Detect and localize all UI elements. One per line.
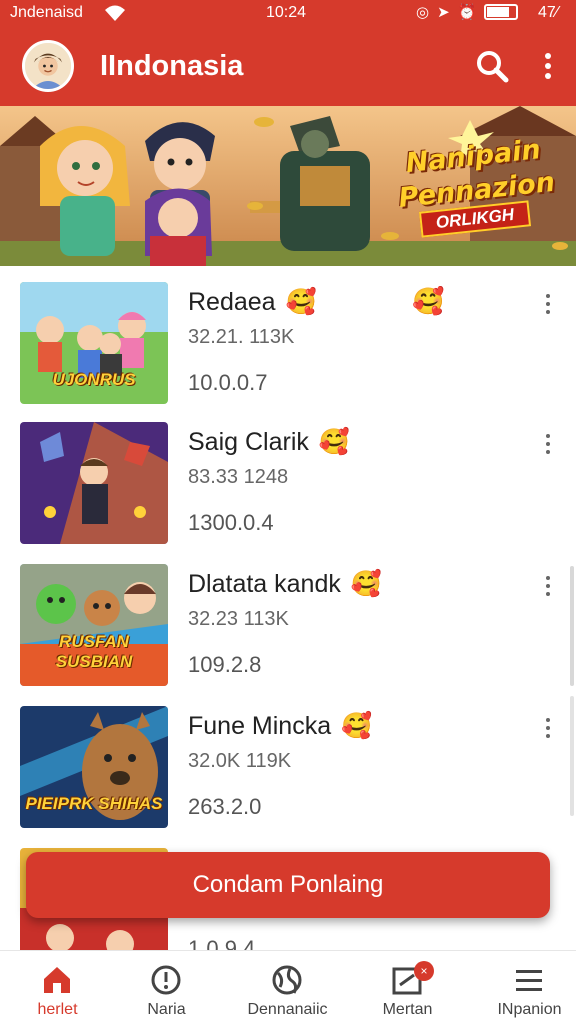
battery-icon (484, 4, 519, 20)
primary-action-button[interactable]: Condam Ponlaing (26, 852, 550, 918)
more-vert-icon (545, 53, 551, 79)
nav-item-messages[interactable]: × Mertan (350, 951, 465, 1024)
home-icon (44, 967, 70, 993)
thumbnail-caption: UJONRUS (52, 370, 136, 389)
item-version: 1300.0.4 (188, 510, 274, 535)
game-thumbnail[interactable]: UJONRUS (20, 282, 168, 404)
list-item[interactable]: PIEIPRK SHIHAS Fune Mincka 🥰 32.0K 119K 2… (0, 690, 576, 830)
item-stats: 32.21. 113K (188, 326, 295, 348)
nav-item-more[interactable]: INpanion (472, 951, 576, 1024)
emoji-icon: 🥰 (412, 286, 445, 316)
avatar[interactable] (22, 40, 74, 92)
game-list: UJONRUS Redaea 🥰 🥰 32.21. 113K 10.0.0.7 S… (0, 266, 576, 950)
nav-item-info[interactable]: Naria (109, 951, 224, 1024)
nav-label: Mertan (382, 1001, 433, 1018)
item-version: 109.2.8 (188, 652, 262, 677)
clock: 10:24 (266, 4, 307, 21)
status-icons: ◎ ➤ ⏰ (416, 3, 519, 21)
item-version: 10.0.0.7 (188, 370, 268, 395)
item-name: Dlatata kandk 🥰 (188, 570, 383, 598)
item-more-button[interactable] (538, 434, 558, 458)
list-item[interactable]: RUSFAN SUSBIAN Dlatata kandk 🥰 32.23 113K… (0, 548, 576, 688)
nav-item-home[interactable]: herlet (0, 951, 115, 1024)
scrollbar-track (570, 696, 574, 816)
notification-badge: × (414, 961, 434, 981)
emoji-icon: 🥰 (350, 570, 383, 598)
item-more-button[interactable] (538, 294, 558, 318)
list-item[interactable]: UJONRUS Redaea 🥰 🥰 32.21. 113K 10.0.0.7 (0, 266, 576, 406)
promo-banner[interactable]: Nanipain Pennazion ORLIKGH (0, 106, 576, 266)
status-bar: Jndenaisd 10:24 ◎ ➤ ⏰ 47⁄ (0, 0, 576, 28)
alarm-icon: ⏰ (457, 4, 477, 21)
list-item[interactable]: Saig Clarik 🥰 83.33 1248 1300.0.4 (0, 406, 576, 546)
overflow-menu-button[interactable] (536, 50, 560, 82)
scrollbar[interactable] (570, 566, 574, 686)
item-more-button[interactable] (538, 718, 558, 742)
item-more-button[interactable] (538, 576, 558, 600)
emoji-icon: 🥰 (285, 288, 317, 316)
item-version: 263.2.0 (188, 794, 262, 819)
thumbnail-caption: RUSFAN SUSBIAN (55, 632, 133, 671)
nav-label: INpanion (497, 1001, 562, 1018)
carrier-label: Jndenaisd (10, 4, 83, 21)
wifi-icon (104, 4, 126, 27)
item-stats: 32.0K 119K (188, 750, 292, 772)
search-icon (477, 51, 509, 83)
search-button[interactable] (474, 48, 510, 84)
emoji-icon: 🥰 (341, 712, 373, 740)
nav-label: herlet (37, 1001, 78, 1018)
menu-icon (516, 970, 542, 991)
game-thumbnail[interactable] (20, 422, 168, 544)
bottom-navigation: herlet Naria Dennanaiic × Mertan INpanio… (0, 950, 576, 1024)
battery-percent: 47⁄ (538, 4, 559, 21)
item-version: 1.0.9 4 (188, 936, 256, 950)
item-name: Fune Mincka 🥰 (188, 712, 373, 740)
emoji-icon: 🥰 (318, 428, 351, 456)
nav-label: Dennanaiic (247, 1001, 328, 1018)
item-stats: 32.23 113K (188, 608, 289, 630)
item-stats: 83.33 1248 (188, 466, 289, 488)
app-title: IIndonasia (100, 50, 244, 82)
item-name: Saig Clarik 🥰 (188, 428, 351, 456)
location-icon: ➤ (437, 4, 450, 21)
nav-label: Naria (147, 1001, 186, 1018)
data-saver-icon: ◎ (416, 4, 430, 21)
item-name: Redaea 🥰 (188, 288, 317, 316)
info-icon (151, 965, 181, 995)
app-bar: IIndonasia (0, 28, 576, 106)
game-thumbnail[interactable]: PIEIPRK SHIHAS (20, 706, 168, 828)
thumbnail-caption: PIEIPRK SHIHAS (25, 794, 163, 813)
nav-item-explore[interactable]: Dennanaiic (230, 951, 345, 1024)
game-thumbnail[interactable]: RUSFAN SUSBIAN (20, 564, 168, 686)
globe-icon (272, 965, 302, 995)
